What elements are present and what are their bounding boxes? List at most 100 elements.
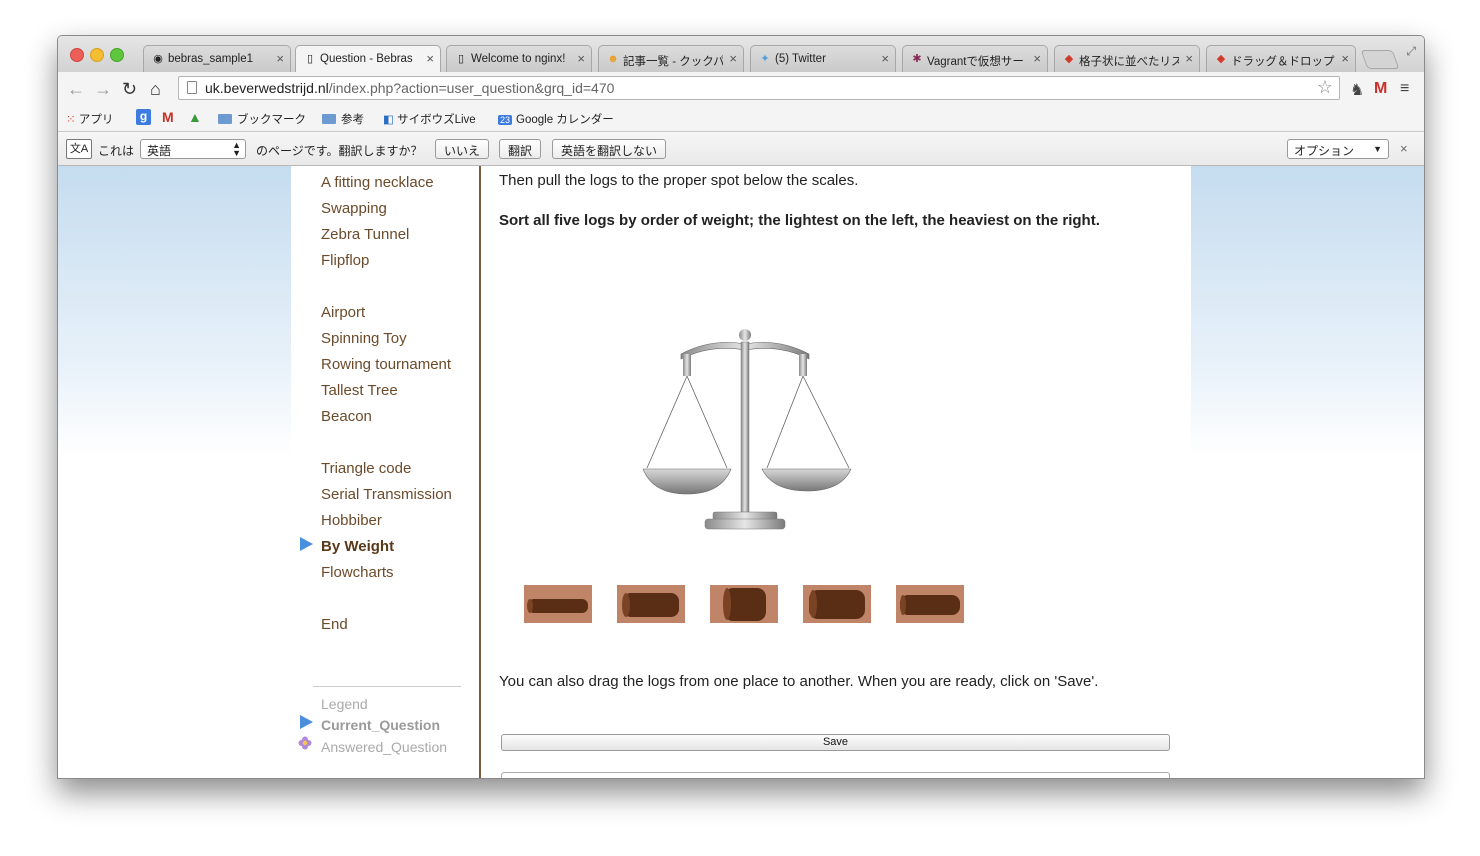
tab-grid-list[interactable]: ◆ 格子状に並べたリス × bbox=[1054, 45, 1200, 72]
options-select[interactable]: オプション ▼ bbox=[1287, 139, 1389, 159]
answer-box bbox=[501, 772, 1170, 778]
bookmark-folder-bookmarks[interactable]: ブックマーク bbox=[218, 111, 306, 127]
log-2[interactable] bbox=[617, 585, 685, 623]
diamond-icon: ◆ bbox=[1064, 53, 1074, 65]
log-3-image bbox=[723, 588, 766, 621]
drive-icon[interactable]: ▲ bbox=[188, 109, 202, 125]
background-pattern-left bbox=[58, 166, 291, 456]
address-bar[interactable]: uk.beverwedstrijd.nl/index.php?action=us… bbox=[178, 76, 1340, 100]
tab-question-bebras[interactable]: ▯ Question - Bebras × bbox=[295, 45, 441, 73]
log-3[interactable] bbox=[710, 585, 778, 623]
browser-toolbar: ← → ↻ ⌂ uk.beverwedstrijd.nl/index.php?a… bbox=[58, 72, 1424, 106]
never-translate-button[interactable]: 英語を翻訳しない bbox=[552, 139, 667, 159]
sidebar-item-spinning-toy[interactable]: Spinning Toy bbox=[321, 330, 407, 347]
tab-cookpad[interactable]: ☻ 記事一覧 - クックパ × bbox=[598, 45, 744, 72]
sidebar-item-beacon[interactable]: Beacon bbox=[321, 408, 372, 425]
browser-window: ◉ bebras_sample1 × ▯ Question - Bebras ×… bbox=[57, 35, 1425, 779]
sidebar-item-rowing-tournament[interactable]: Rowing tournament bbox=[321, 356, 451, 373]
window-minimize-button[interactable] bbox=[90, 48, 104, 62]
tab-drag-drop[interactable]: ◆ ドラッグ＆ドロップ × bbox=[1206, 45, 1356, 72]
tab-close-icon[interactable]: × bbox=[276, 51, 284, 66]
google-plus-icon[interactable]: g bbox=[136, 109, 151, 125]
sidebar-item-flowcharts[interactable]: Flowcharts bbox=[321, 564, 394, 581]
forward-arrow-icon[interactable]: → bbox=[94, 79, 112, 100]
page-icon: ▯ bbox=[457, 53, 465, 65]
apps-grid-icon: ⁙ bbox=[66, 114, 76, 126]
tab-bebras-sample[interactable]: ◉ bebras_sample1 × bbox=[143, 45, 291, 72]
sidebar-item-zebra-tunnel[interactable]: Zebra Tunnel bbox=[321, 226, 409, 243]
sidebar-item-hobbiber[interactable]: Hobbiber bbox=[321, 512, 382, 529]
tab-vagrant[interactable]: ✱ Vagrantで仮想サー × bbox=[902, 45, 1048, 72]
log-5[interactable] bbox=[896, 585, 964, 623]
sidebar-item-flipflop[interactable]: Flipflop bbox=[321, 252, 369, 269]
back-arrow-icon[interactable]: ← bbox=[67, 79, 85, 100]
fullscreen-icon[interactable]: ⤢ bbox=[1406, 44, 1416, 59]
tab-nginx[interactable]: ▯ Welcome to nginx! × bbox=[446, 45, 592, 72]
bookmark-star-icon[interactable]: ☆ bbox=[1317, 77, 1333, 98]
tab-twitter[interactable]: ✦ (5) Twitter × bbox=[750, 45, 896, 72]
new-tab-button[interactable] bbox=[1360, 50, 1400, 69]
flower-icon bbox=[298, 736, 312, 750]
sidebar-item-end[interactable]: End bbox=[321, 616, 348, 633]
translate-suffix: のページです。翻訳しますか？ bbox=[256, 144, 423, 158]
instruction-drag-save: You can also drag the logs from one plac… bbox=[499, 673, 1099, 690]
sidebar-item-tallest-tree[interactable]: Tallest Tree bbox=[321, 382, 398, 399]
cookpad-icon: ☻ bbox=[607, 53, 619, 65]
tab-close-icon[interactable]: × bbox=[426, 51, 434, 66]
select-arrows-icon: ▲ ▼ bbox=[232, 140, 241, 158]
legend-title: Legend bbox=[321, 696, 368, 712]
translate-prefix: これは bbox=[98, 144, 135, 158]
translate-close-icon[interactable]: × bbox=[1400, 141, 1408, 156]
log-4[interactable] bbox=[803, 585, 871, 623]
log-1-image bbox=[527, 599, 588, 613]
no-button[interactable]: いいえ bbox=[435, 139, 490, 159]
sidebar-item-airport[interactable]: Airport bbox=[321, 304, 365, 321]
window-maximize-button[interactable] bbox=[110, 48, 124, 62]
log-5-image bbox=[900, 595, 960, 615]
gmail-icon[interactable]: M bbox=[162, 109, 174, 125]
chevron-down-icon: ▼ bbox=[1373, 144, 1382, 154]
tab-close-icon[interactable]: × bbox=[729, 51, 737, 66]
tab-close-icon[interactable]: × bbox=[1185, 51, 1193, 66]
bookmark-cybozu[interactable]: ◧ サイボウズLive bbox=[383, 111, 476, 127]
tab-close-icon[interactable]: × bbox=[1033, 51, 1041, 66]
page-icon bbox=[187, 81, 197, 94]
sidebar-item-triangle-code[interactable]: Triangle code bbox=[321, 460, 411, 477]
balance-scale-image[interactable] bbox=[641, 326, 861, 546]
folder-icon bbox=[218, 114, 232, 124]
instruction-pull-logs: Then pull the logs to the proper spot be… bbox=[499, 172, 859, 189]
page-icon: ▯ bbox=[306, 53, 314, 65]
menu-icon[interactable]: ≡ bbox=[1400, 80, 1409, 98]
folder-icon bbox=[322, 114, 336, 124]
calendar-icon: 23 bbox=[498, 115, 513, 125]
language-select[interactable]: 英語 ▲ ▼ bbox=[140, 139, 246, 159]
bookmark-google-calendar[interactable]: 23 Google カレンダー bbox=[498, 111, 614, 127]
github-icon: ◉ bbox=[153, 53, 163, 65]
diamond-icon: ◆ bbox=[1216, 53, 1226, 65]
log-2-image bbox=[622, 593, 679, 617]
current-question-arrow-icon bbox=[300, 537, 313, 551]
evernote-extension-icon[interactable]: ♞ bbox=[1350, 80, 1364, 100]
url-text: uk.beverwedstrijd.nl/index.php?action=us… bbox=[205, 80, 614, 96]
bookmark-apps[interactable]: ⁙ アプリ bbox=[66, 111, 113, 127]
window-close-button[interactable] bbox=[70, 48, 84, 62]
sidebar-item-fitting-necklace[interactable]: A fitting necklace bbox=[321, 174, 434, 191]
bookmarks-bar: ⁙ アプリ g M ▲ ブックマーク 参考 ◧ サイボウズLive 23 Goog… bbox=[58, 106, 1424, 132]
sidebar-item-serial-transmission[interactable]: Serial Transmission bbox=[321, 486, 452, 503]
tab-close-icon[interactable]: × bbox=[577, 51, 585, 66]
reload-icon[interactable]: ↻ bbox=[122, 79, 137, 100]
tab-close-icon[interactable]: × bbox=[1341, 51, 1349, 66]
home-icon[interactable]: ⌂ bbox=[150, 79, 161, 100]
translate-button[interactable]: 翻訳 bbox=[499, 139, 542, 159]
sidebar-item-swapping[interactable]: Swapping bbox=[321, 200, 387, 217]
url-host: uk.beverwedstrijd.nl bbox=[205, 80, 329, 96]
save-button[interactable]: Save bbox=[501, 734, 1170, 751]
translate-bar: 文A これは 英語 ▲ ▼ のページです。翻訳しますか？ いいえ 翻訳 英語を翻訳… bbox=[58, 132, 1424, 166]
tab-close-icon[interactable]: × bbox=[881, 51, 889, 66]
gmail-extension-icon[interactable]: M bbox=[1374, 80, 1387, 98]
legend-answered-question: Answered_Question bbox=[321, 739, 448, 755]
sidebar-item-by-weight[interactable]: By Weight bbox=[321, 538, 394, 555]
bookmark-folder-reference[interactable]: 参考 bbox=[322, 111, 364, 127]
log-4-image bbox=[809, 590, 865, 619]
log-1[interactable] bbox=[524, 585, 592, 623]
